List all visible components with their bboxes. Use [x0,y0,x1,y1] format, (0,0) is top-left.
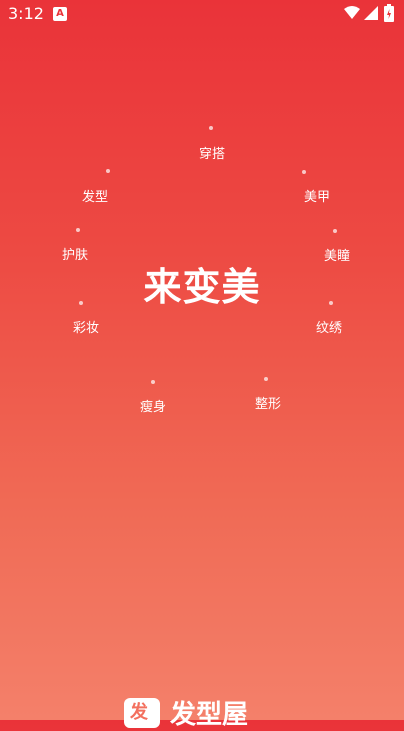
orbit-dot [264,377,268,381]
app-name: 发型屋 [170,700,249,730]
category-wenxiu[interactable]: 纹绣 [289,317,369,336]
brand-footer: 发 发型屋 [124,694,284,730]
category-meitong[interactable]: 美瞳 [297,245,377,264]
orbit-dot [209,126,213,130]
status-time: 3:12 [8,4,44,23]
center-slogan: 来变美 [143,265,261,309]
category-shoushen[interactable]: 瘦身 [113,396,193,415]
orbit-dot [333,229,337,233]
orbit-dot [106,169,110,173]
wifi-icon [344,6,360,19]
category-zhengxing[interactable]: 整形 [228,393,308,412]
notification-badge-icon: A [53,7,67,21]
orbit-dot [302,170,306,174]
category-meijia[interactable]: 美甲 [277,186,357,205]
category-faxing[interactable]: 发型 [55,186,135,205]
category-hufu[interactable]: 护肤 [35,244,115,263]
orbit-dot [79,301,83,305]
orbit-dot [151,380,155,384]
orbit-dot [329,301,333,305]
category-chuanda[interactable]: 穿搭 [172,143,252,162]
logo-glyph: 发 [130,702,148,723]
app-logo-icon: 发 [124,698,160,728]
status-bar: 3:12 A [0,0,404,28]
orbit-dot [76,228,80,232]
category-caizhuang[interactable]: 彩妆 [46,317,126,336]
battery-icon [384,4,394,22]
signal-icon [364,6,378,20]
